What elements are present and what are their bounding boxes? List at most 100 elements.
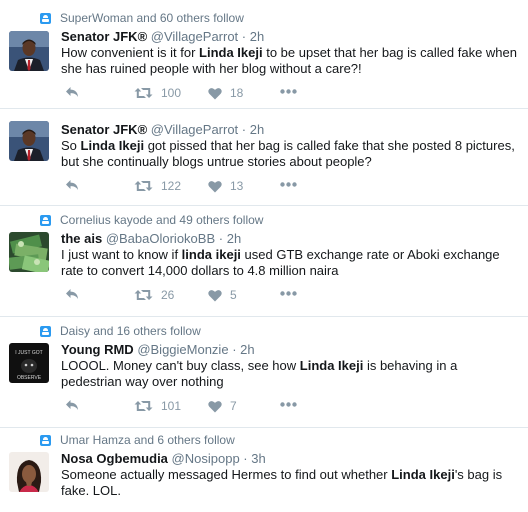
tweet-card[interactable]: Umar Hamza and 6 others follow Nosa Ogbe…: [0, 428, 528, 512]
highlighted-keyword: Linda Ikeji: [299, 358, 364, 373]
text-run: I just want to know if: [61, 247, 182, 262]
tweet-time[interactable]: 2h: [250, 122, 264, 137]
author-name[interactable]: Young RMD: [61, 342, 134, 357]
author-name[interactable]: Senator JFK®: [61, 29, 147, 44]
reply-button[interactable]: [65, 86, 79, 98]
text-run: LOOOL. Money can't buy class, see how: [61, 358, 300, 373]
social-context: SuperWoman and 60 others follow: [40, 11, 244, 25]
author-handle[interactable]: @Nosipopp: [172, 451, 240, 466]
dot-separator: ·: [243, 451, 248, 466]
follow-context-icon: [40, 434, 51, 446]
reply-icon: [66, 180, 78, 190]
author-handle[interactable]: @VillageParrot: [151, 29, 238, 44]
like-button[interactable]: 7: [208, 399, 237, 413]
tweet-text: LOOOL. Money can't buy class, see how Li…: [61, 358, 521, 390]
author-handle[interactable]: @BiggieMonzie: [137, 342, 228, 357]
more-options-button[interactable]: [280, 291, 297, 296]
more-dots-icon: [280, 89, 297, 94]
avatar[interactable]: [9, 232, 49, 272]
more-options-button[interactable]: [280, 182, 297, 187]
retweet-count: 122: [161, 179, 182, 193]
social-context: Daisy and 16 others follow: [40, 324, 201, 338]
text-run: How convenient is it for: [61, 45, 200, 60]
highlighted-keyword: Linda Ikeji: [391, 467, 455, 482]
follow-context-icon: [40, 214, 51, 226]
tweet-header: Senator JFK® @VillageParrot · 2h: [61, 29, 521, 44]
retweet-icon: [134, 290, 153, 300]
retweet-button[interactable]: 101: [134, 399, 181, 413]
avatar-woman-image: [9, 452, 49, 492]
tweet-time[interactable]: 2h: [250, 29, 264, 44]
tweet-card[interactable]: Daisy and 16 others follow I JUST GOT OB…: [0, 317, 528, 427]
avatar[interactable]: [9, 452, 49, 492]
author-name[interactable]: Senator JFK®: [61, 122, 147, 137]
retweet-count: 26: [161, 288, 175, 302]
reply-icon: [66, 400, 78, 410]
author-name[interactable]: the ais: [61, 231, 102, 246]
heart-icon: [208, 87, 222, 99]
avatar-suit-image: [9, 31, 49, 71]
like-button[interactable]: 5: [208, 288, 237, 302]
more-options-button[interactable]: [280, 402, 297, 407]
tweet-time[interactable]: 3h: [251, 451, 265, 466]
tweet-card[interactable]: Cornelius kayode and 49 others follow th…: [0, 206, 528, 316]
text-run: So: [61, 138, 81, 153]
tweet-time[interactable]: 2h: [240, 342, 254, 357]
tweet-text: Someone actually messaged Hermes to find…: [61, 467, 521, 499]
like-button[interactable]: 13: [208, 179, 243, 193]
reply-icon: [66, 289, 78, 299]
heart-icon: [208, 289, 222, 301]
reply-icon: [66, 87, 78, 97]
tweet-actions: 101 7: [61, 399, 361, 415]
tweet-time[interactable]: 2h: [227, 231, 241, 246]
like-button[interactable]: 18: [208, 86, 243, 100]
follow-context-icon: [40, 12, 51, 24]
social-context-text: SuperWoman and 60 others follow: [60, 11, 244, 25]
author-handle[interactable]: @VillageParrot: [151, 122, 238, 137]
avatar-dark-image: I JUST GOT OBSERVE: [9, 343, 49, 383]
tweet-actions: 26 5: [61, 288, 361, 304]
heart-icon: [208, 400, 222, 412]
tweet-text: I just want to know if linda ikeji used …: [61, 247, 521, 279]
more-options-button[interactable]: [280, 89, 297, 94]
heart-icon: [208, 180, 222, 192]
social-context: Umar Hamza and 6 others follow: [40, 433, 235, 447]
avatar-caption-top: I JUST GOT: [15, 350, 42, 356]
retweet-icon: [134, 181, 153, 191]
avatar[interactable]: I JUST GOT OBSERVE: [9, 343, 49, 383]
retweet-button[interactable]: 26: [134, 288, 174, 302]
more-dots-icon: [280, 182, 297, 187]
retweet-button[interactable]: 122: [134, 179, 181, 193]
dot-separator: ·: [241, 29, 247, 44]
more-dots-icon: [280, 402, 297, 407]
social-context-text: Umar Hamza and 6 others follow: [60, 433, 235, 447]
reply-button[interactable]: [65, 288, 79, 300]
like-count: 13: [230, 179, 244, 193]
social-context: Cornelius kayode and 49 others follow: [40, 213, 263, 227]
author-handle[interactable]: @BabaOloriokoBB: [106, 231, 215, 246]
retweet-icon: [134, 401, 153, 411]
retweet-button[interactable]: 100: [134, 86, 181, 100]
highlighted-keyword: linda ikeji: [181, 247, 241, 262]
avatar-money-image: [9, 232, 49, 272]
retweet-icon: [134, 88, 153, 98]
tweet-card[interactable]: Senator JFK® @VillageParrot · 2h So Lind…: [0, 109, 528, 205]
reply-button[interactable]: [65, 179, 79, 191]
tweet-actions: 100 18: [61, 86, 361, 102]
tweet-actions: 122 13: [61, 179, 361, 195]
dot-separator: ·: [232, 342, 237, 357]
social-context-text: Daisy and 16 others follow: [60, 324, 201, 338]
highlighted-keyword: Linda Ikeji: [199, 45, 263, 60]
avatar[interactable]: [9, 121, 49, 161]
avatar[interactable]: [9, 31, 49, 71]
follow-context-icon: [40, 325, 51, 337]
avatar-caption-bottom: OBSERVE: [17, 375, 42, 381]
tweet-header: Senator JFK® @VillageParrot · 2h: [61, 122, 521, 137]
reply-button[interactable]: [65, 399, 79, 411]
text-run: Someone actually messaged Hermes to find…: [61, 467, 392, 482]
social-context-text: Cornelius kayode and 49 others follow: [60, 213, 264, 227]
author-name[interactable]: Nosa Ogbemudia: [61, 451, 168, 466]
tweet-header: the ais @BabaOloriokoBB · 2h: [61, 231, 521, 246]
tweet-card[interactable]: SuperWoman and 60 others follow Senator …: [0, 0, 528, 108]
retweet-count: 101: [161, 399, 182, 413]
